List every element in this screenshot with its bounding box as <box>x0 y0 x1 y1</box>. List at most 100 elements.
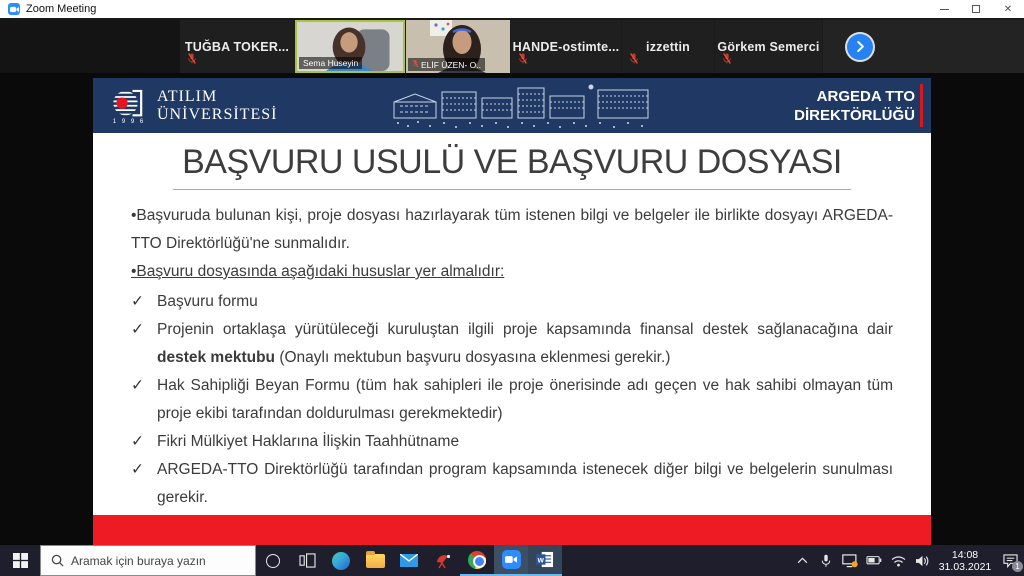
participant-name: HANDE-ostimte... <box>513 40 620 54</box>
university-logo-block: 1 9 9 6 ATILIM ÜNİVERSİTESİ <box>93 86 277 125</box>
check-list: ✓ Başvuru formu ✓ Projenin ortaklaşa yür… <box>131 288 893 512</box>
participant-tile[interactable]: TUĞBA TOKER... <box>180 20 294 73</box>
chevron-right-icon <box>856 41 865 52</box>
participant-tile-video[interactable]: ELİF ÜZEN- O.. <box>406 20 510 73</box>
slide-paragraph: •Başvuruda bulunan kişi, proje dosyası h… <box>131 202 893 258</box>
task-view-button[interactable] <box>290 545 324 576</box>
strip-end <box>823 20 1024 73</box>
participant-tile[interactable]: HANDE-ostimte... <box>511 20 621 73</box>
task-view-icon <box>299 553 316 568</box>
clock-time: 14:08 <box>936 549 994 561</box>
department-name: ARGEDA TTO DİREKTÖRLÜĞÜ <box>794 87 931 125</box>
campus-illustration <box>277 78 794 133</box>
participant-tile[interactable]: Görkem Semerci <box>715 20 822 73</box>
file-explorer-icon <box>366 554 385 568</box>
checkmark-icon: ✓ <box>131 316 157 372</box>
cortana-icon <box>266 554 280 568</box>
check-item: ✓ ARGEDA-TTO Direktörlüğü tarafından pro… <box>131 456 893 512</box>
satellite-dish-icon <box>435 553 452 569</box>
windows-logo-icon <box>13 553 28 568</box>
volume-status[interactable] <box>910 545 934 576</box>
cortana-button[interactable] <box>256 545 290 576</box>
maximize-button[interactable] <box>960 0 992 18</box>
close-button[interactable]: ✕ <box>992 0 1024 18</box>
university-logo-icon: 1 9 9 6 <box>109 86 149 125</box>
remote-app-button[interactable] <box>426 545 460 576</box>
file-explorer-button[interactable] <box>358 545 392 576</box>
muted-mic-icon <box>629 52 639 70</box>
minimize-button[interactable] <box>928 0 960 18</box>
university-name: ATILIM ÜNİVERSİTESİ <box>157 88 277 124</box>
taskbar-search-input[interactable]: Aramak için buraya yazın <box>40 545 256 576</box>
chrome-icon <box>468 551 486 569</box>
check-item: ✓ Projenin ortaklaşa yürütüleceği kurulu… <box>131 316 893 372</box>
wifi-icon <box>891 555 906 567</box>
window-title: Zoom Meeting <box>26 3 96 15</box>
edge-icon <box>332 552 350 570</box>
maximize-icon <box>972 5 980 13</box>
search-icon <box>51 554 64 567</box>
muted-mic-icon <box>412 59 419 70</box>
slide-red-footer <box>93 515 931 545</box>
action-center-button[interactable]: 1 <box>996 545 1024 576</box>
edge-button[interactable] <box>324 545 358 576</box>
tray-microphone-button[interactable] <box>814 545 838 576</box>
logo-year: 1 9 9 6 <box>113 119 145 125</box>
checkmark-icon: ✓ <box>131 428 157 456</box>
check-item: ✓ Başvuru formu <box>131 288 893 316</box>
window-titlebar: Zoom Meeting ✕ <box>0 0 1024 18</box>
screen-share-indicator[interactable] <box>838 545 862 576</box>
muted-mic-icon <box>722 52 732 70</box>
checkmark-icon: ✓ <box>131 288 157 316</box>
mail-button[interactable] <box>392 545 426 576</box>
hidden-icons-button[interactable] <box>790 545 814 576</box>
strip-spacer <box>0 20 180 73</box>
muted-mic-icon <box>518 52 528 70</box>
mail-icon <box>400 554 418 567</box>
microphone-icon <box>821 554 831 568</box>
system-tray: 14:08 31.03.2021 1 <box>790 545 1024 576</box>
header-red-bar <box>920 84 923 127</box>
participant-name-label: ELİF ÜZEN- O.. <box>408 58 485 71</box>
zoom-icon <box>502 550 521 569</box>
notification-badge: 1 <box>1012 561 1023 572</box>
participant-name: Görkem Semerci <box>717 40 819 54</box>
checkmark-icon: ✓ <box>131 456 157 512</box>
minimize-icon <box>940 9 949 10</box>
slide-body: BAŞVURU USULÜ VE BAŞVURU DOSYASI •Başvur… <box>93 133 931 515</box>
slide-header: 1 9 9 6 ATILIM ÜNİVERSİTESİ <box>93 78 931 133</box>
muted-mic-icon <box>187 52 197 70</box>
checkmark-icon: ✓ <box>131 372 157 428</box>
participant-name: izzettin <box>646 40 690 54</box>
svg-text:w: w <box>537 555 545 564</box>
zoom-taskbar-button[interactable] <box>494 545 528 576</box>
monitor-icon <box>842 554 858 568</box>
presentation-slide: 1 9 9 6 ATILIM ÜNİVERSİTESİ <box>93 78 931 545</box>
participant-name: ELİF ÜZEN- O.. <box>421 60 481 70</box>
next-participants-button[interactable] <box>847 34 873 60</box>
speaker-icon <box>915 555 929 567</box>
windows-taskbar: Aramak için buraya yazın <box>0 545 1024 576</box>
start-button[interactable] <box>0 545 40 576</box>
word-taskbar-button[interactable]: w <box>528 545 562 576</box>
participants-strip: TUĞBA TOKER... Sema Huseyin <box>0 18 1024 73</box>
participant-name: TUĞBA TOKER... <box>185 40 289 54</box>
taskbar-clock[interactable]: 14:08 31.03.2021 <box>934 549 996 573</box>
word-icon: w <box>536 551 554 568</box>
search-placeholder: Aramak için buraya yazın <box>71 554 206 568</box>
check-item: ✓ Fikri Mülkiyet Haklarına İlişkin Taahh… <box>131 428 893 456</box>
title-divider <box>173 189 851 190</box>
check-item: ✓ Hak Sahipliği Beyan Formu (tüm hak sah… <box>131 372 893 428</box>
participant-tile[interactable]: izzettin <box>622 20 714 73</box>
slide-title: BAŞVURU USULÜ VE BAŞVURU DOSYASI <box>131 143 893 182</box>
chrome-button[interactable] <box>460 545 494 576</box>
participant-tile-video[interactable]: Sema Huseyin <box>295 20 405 73</box>
wifi-status[interactable] <box>886 545 910 576</box>
battery-icon <box>866 556 882 565</box>
battery-status[interactable] <box>862 545 886 576</box>
participant-name-label: Sema Huseyin <box>299 57 362 69</box>
participant-name: Sema Huseyin <box>303 58 358 68</box>
zoom-app-icon <box>8 3 20 15</box>
clock-date: 31.03.2021 <box>936 561 994 573</box>
slide-paragraph-underlined: •Başvuru dosyasında aşağıdaki hususlar y… <box>131 258 893 286</box>
